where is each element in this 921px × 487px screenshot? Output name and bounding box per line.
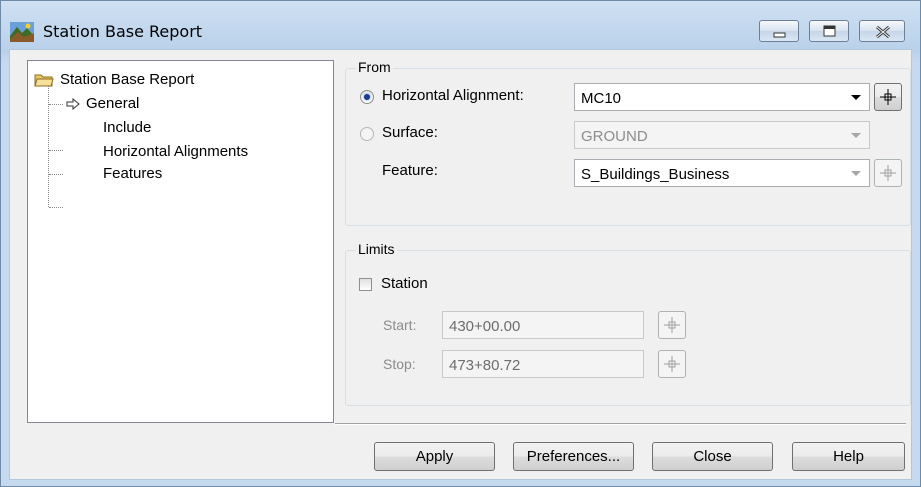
tree-item-features[interactable]: Features — [103, 163, 162, 185]
start-label: Start: — [383, 317, 417, 333]
horizontal-alignment-value: MC10 — [581, 90, 622, 107]
pick-feature-button[interactable] — [874, 159, 902, 187]
tree-connector — [49, 104, 63, 105]
horizontal-alignment-radio[interactable] — [360, 90, 374, 104]
horizontal-alignment-label: Horizontal Alignment: — [382, 87, 524, 104]
pick-start-button[interactable] — [658, 311, 686, 339]
crosshair-icon — [664, 317, 680, 333]
chevron-down-icon — [851, 133, 861, 138]
surface-dropdown[interactable]: GROUND — [574, 121, 870, 149]
tree-item-label: Features — [103, 165, 163, 182]
tree-connector — [49, 150, 63, 151]
close-button[interactable]: Close — [652, 442, 773, 471]
tree-item-include[interactable]: Include — [103, 117, 151, 139]
window-title: Station Base Report — [43, 22, 203, 41]
help-button[interactable]: Help — [792, 442, 905, 471]
tree-root[interactable]: Station Base Report — [34, 69, 194, 91]
start-station-field[interactable]: 430+00.00 — [442, 311, 644, 339]
horizontal-alignment-dropdown[interactable]: MC10 — [574, 83, 870, 111]
chevron-down-icon — [851, 95, 861, 100]
minimize-icon — [773, 32, 786, 38]
stop-station-field[interactable]: 473+80.72 — [442, 350, 644, 378]
tree-item-general[interactable]: General — [66, 93, 139, 115]
crosshair-icon — [664, 356, 680, 372]
surface-value: GROUND — [581, 128, 648, 145]
button-separator — [335, 423, 906, 425]
feature-value: S_Buildings_Business — [581, 166, 730, 183]
tree-item-label: Horizontal Alignments — [103, 143, 249, 160]
folder-open-icon — [34, 74, 54, 87]
surface-radio[interactable] — [360, 127, 374, 141]
chevron-down-icon — [851, 171, 861, 176]
tree-item-horizontal-alignments[interactable]: Horizontal Alignments — [103, 141, 248, 163]
close-window-button[interactable] — [859, 20, 905, 42]
close-icon — [876, 25, 890, 39]
pick-stop-button[interactable] — [658, 350, 686, 378]
tree-connector — [49, 174, 63, 175]
feature-label: Feature: — [382, 162, 438, 179]
start-station-value: 430+00.00 — [449, 318, 521, 335]
preferences-button[interactable]: Preferences... — [513, 442, 634, 471]
crosshair-icon — [880, 89, 896, 105]
limits-group: Limits Station Start: 430+00.00 Stop: 47… — [345, 241, 911, 406]
tree-item-label: Include — [103, 119, 152, 136]
maximize-icon — [823, 25, 836, 37]
surface-label: Surface: — [382, 124, 438, 141]
from-group: From Horizontal Alignment: MC10 Surface:… — [345, 59, 911, 226]
maximize-button[interactable] — [809, 20, 849, 42]
crosshair-icon — [880, 165, 896, 181]
feature-dropdown[interactable]: S_Buildings_Business — [574, 159, 870, 187]
arrow-right-icon — [66, 97, 80, 111]
station-checkbox[interactable] — [359, 278, 372, 291]
dialog-client-area: Station Base Report General Include Hori… — [9, 49, 912, 480]
stop-label: Stop: — [383, 356, 416, 372]
station-label: Station — [381, 275, 428, 292]
apply-button[interactable]: Apply — [374, 442, 495, 471]
tree-item-label: General — [86, 95, 140, 112]
stop-station-value: 473+80.72 — [449, 357, 521, 374]
tree-root-label: Station Base Report — [60, 71, 195, 88]
dialog-window: Station Base Report Station Base Report … — [0, 0, 921, 487]
tree-connector — [49, 207, 63, 208]
navigation-tree[interactable]: Station Base Report General Include Hori… — [27, 60, 334, 423]
from-group-label: From — [356, 59, 393, 75]
app-icon — [10, 22, 34, 42]
limits-group-label: Limits — [356, 241, 397, 257]
minimize-button[interactable] — [759, 20, 799, 42]
pick-alignment-button[interactable] — [874, 83, 902, 111]
